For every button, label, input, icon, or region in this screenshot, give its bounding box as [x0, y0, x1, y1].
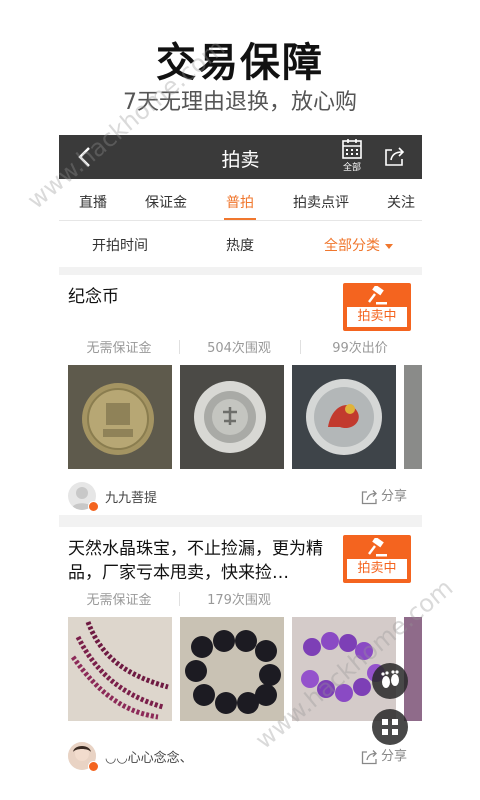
stat-views: 179次围观 — [207, 593, 271, 608]
gavel-icon — [368, 286, 387, 305]
tab-regular-auction[interactable]: 普拍 — [226, 192, 254, 212]
auction-listing[interactable]: 天然水晶珠宝，不止捡漏，更为精品，厂家亏本甩卖，快来捡… 拍卖中 无需保证金 1… — [59, 527, 422, 800]
gavel-icon — [368, 538, 387, 557]
tab-auction-reviews[interactable]: 拍卖点评 — [293, 192, 349, 212]
seller-name[interactable]: 九九菩提 — [105, 487, 157, 506]
auction-status-badge: 拍卖中 — [343, 283, 411, 331]
auction-listing[interactable]: 纪念币 拍卖中 无需保证金 504次围观 99次出价 九九菩提 分享 — [59, 275, 422, 515]
filter-bar: 开拍时间 热度 全部分类 — [59, 221, 422, 267]
footprint-icon — [381, 670, 399, 688]
grid-menu-button[interactable] — [372, 709, 408, 745]
verified-badge-icon — [88, 761, 99, 772]
tab-live[interactable]: 直播 — [79, 192, 107, 212]
share-icon — [361, 749, 377, 764]
share-icon[interactable] — [383, 145, 407, 167]
active-tab-indicator — [224, 218, 256, 220]
dropdown-caret-icon — [385, 243, 393, 249]
badge-label: 拍卖中 — [347, 559, 407, 579]
top-navigation-bar: 拍卖 全部 — [59, 135, 422, 179]
promo-title: 交易保障 — [156, 39, 324, 86]
listing-photo[interactable] — [68, 365, 172, 469]
listing-photo[interactable] — [180, 617, 284, 721]
phone-screen: 拍卖 全部 直播 保证金 普拍 拍卖点评 关注 开拍时间 热度 全部分类 纪念币… — [59, 135, 422, 800]
listing-photo[interactable] — [404, 365, 422, 469]
verified-badge-icon — [88, 501, 99, 512]
stat-deposit: 无需保证金 — [86, 593, 152, 608]
share-button[interactable]: 分享 — [361, 485, 407, 505]
filter-all-categories-label: 全部分类 — [324, 238, 380, 254]
share-button[interactable]: 分享 — [361, 745, 407, 765]
listing-title: 纪念币 — [68, 287, 119, 307]
listing-photos — [68, 365, 422, 469]
filter-all-categories[interactable]: 全部分类 — [324, 235, 393, 255]
filter-popularity[interactable]: 热度 — [226, 235, 254, 255]
listing-title: 天然水晶珠宝，不止捡漏，更为精品，厂家亏本甩卖，快来捡… — [68, 539, 323, 583]
calendar-icon — [342, 139, 362, 159]
share-label: 分享 — [381, 489, 408, 504]
grid-icon — [382, 719, 398, 735]
listing-stats: 无需保证金 179次围观 — [59, 589, 422, 609]
listing-stats: 无需保证金 504次围观 99次出价 — [59, 337, 422, 357]
share-label: 分享 — [381, 749, 408, 764]
share-icon — [361, 489, 377, 504]
badge-label: 拍卖中 — [347, 307, 407, 327]
listing-photo[interactable] — [292, 365, 396, 469]
auction-status-badge: 拍卖中 — [343, 535, 411, 583]
stat-views: 504次围观 — [207, 341, 271, 356]
calendar-label: 全部 — [342, 163, 361, 173]
listing-footer: 九九菩提 分享 — [59, 475, 422, 515]
page-title: 拍卖 — [221, 149, 260, 171]
stat-bids: 99次出价 — [332, 341, 388, 356]
listing-photo[interactable] — [68, 617, 172, 721]
listing-photo[interactable] — [180, 365, 284, 469]
filter-start-time[interactable]: 开拍时间 — [92, 235, 148, 255]
listing-footer: ◡◡心心念念、 分享 — [59, 735, 422, 775]
stat-deposit: 无需保证金 — [86, 341, 152, 356]
footprint-button[interactable] — [372, 663, 408, 699]
tab-deposit[interactable]: 保证金 — [145, 192, 187, 212]
promo-subtitle: 7天无理由退换，放心购 — [123, 90, 357, 115]
tab-following[interactable]: 关注 — [387, 192, 415, 212]
listing-photos — [68, 617, 422, 721]
calendar-button[interactable]: 全部 — [338, 138, 366, 176]
category-tabs: 直播 保证金 普拍 拍卖点评 关注 — [59, 179, 422, 221]
screenshot-page: 交易保障 7天无理由退换，放心购 拍卖 全部 直播 保证金 普拍 拍卖点评 关注… — [0, 0, 480, 800]
seller-name[interactable]: ◡◡心心念念、 — [105, 747, 193, 766]
